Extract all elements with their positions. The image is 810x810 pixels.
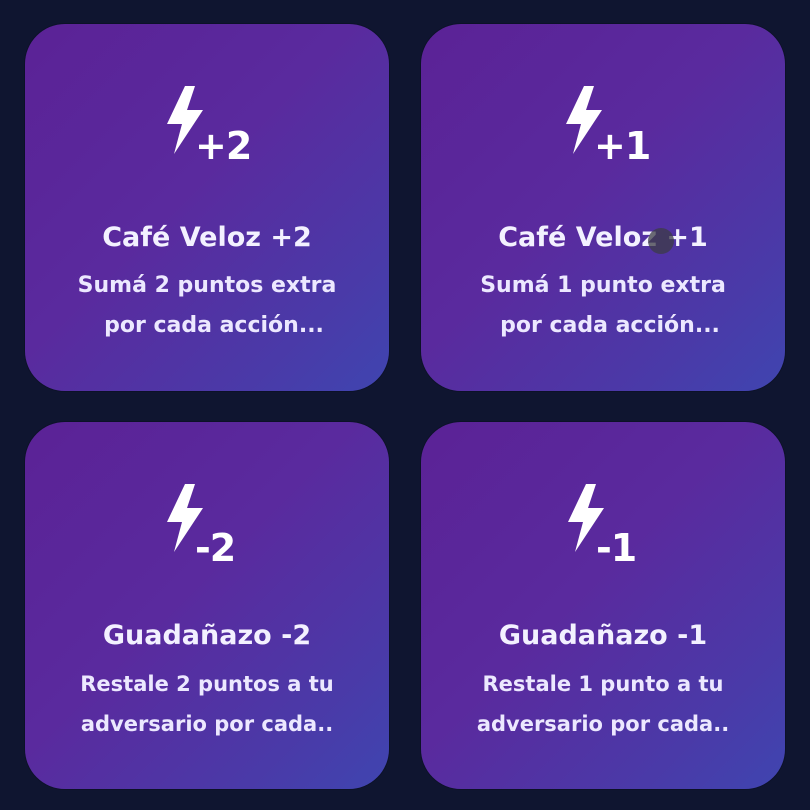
description-line: por cada acción...: [104, 313, 324, 338]
powerup-title: Café Veloz +1: [498, 222, 708, 253]
powerup-description: Restale 2 puntos a tu adversario por cad…: [31, 664, 383, 744]
powerup-description: Restale 1 punto a tu adversario por cada…: [427, 664, 779, 744]
powerup-icon-group: -2: [25, 478, 389, 578]
powerup-card-guadanazo-2[interactable]: -2 Guadañazo -2 Restale 2 puntos a tu ad…: [25, 422, 389, 789]
powerup-card-cafe-veloz-1[interactable]: +1 Café Veloz +1 Sumá 1 punto extra por …: [421, 24, 785, 391]
powerup-icon-group: +2: [25, 80, 389, 180]
powerup-description: Sumá 2 puntos extra por cada acción...: [39, 266, 375, 346]
modifier-value: +1: [594, 124, 651, 168]
description-line: Restale 2 puntos a tu: [80, 672, 334, 696]
powerup-title: Guadañazo -2: [102, 620, 312, 651]
powerup-icon-group: +1: [421, 80, 785, 180]
powerup-card-guadanazo-1[interactable]: -1 Guadañazo -1 Restale 1 punto a tu adv…: [421, 422, 785, 789]
description-line: adversario por cada..: [476, 712, 730, 736]
description-line: adversario por cada..: [80, 712, 334, 736]
description-line: Sumá 1 punto extra: [480, 273, 726, 298]
description-line: por cada acción...: [500, 313, 720, 338]
powerup-card-cafe-veloz-2[interactable]: +2 Café Veloz +2 Sumá 2 puntos extra por…: [25, 24, 389, 391]
powerup-title: Guadañazo -1: [498, 620, 708, 651]
modifier-value: -2: [195, 526, 236, 570]
powerup-grid: +2 Café Veloz +2 Sumá 2 puntos extra por…: [0, 0, 810, 810]
description-line: Sumá 2 puntos extra: [77, 273, 337, 298]
powerup-title: Café Veloz +2: [102, 222, 312, 253]
modifier-value: +2: [195, 124, 252, 168]
powerup-description: Sumá 1 punto extra por cada acción...: [435, 266, 771, 346]
touch-cursor-indicator: [648, 228, 674, 254]
powerup-icon-group: -1: [421, 478, 785, 578]
modifier-value: -1: [596, 526, 637, 570]
description-line: Restale 1 punto a tu: [482, 672, 724, 696]
